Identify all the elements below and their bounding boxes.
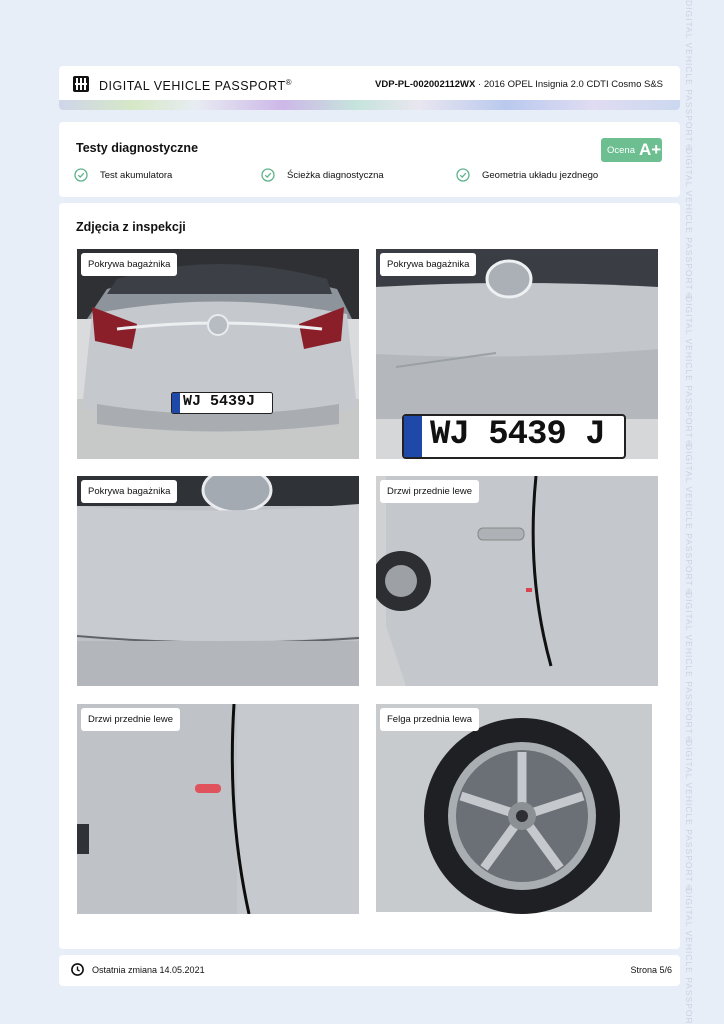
watermark-text: DIGITAL VEHICLE PASSPORT®: [684, 0, 694, 154]
check-circle-icon: [456, 168, 470, 182]
diagnostic-test-label: Geometria układu jezdnego: [482, 170, 599, 181]
watermark-text: DIGITAL VEHICLE PASSPORT®: [684, 444, 694, 598]
passport-logo-icon: [73, 76, 89, 92]
grade-value: A+: [639, 140, 662, 159]
diagnostic-test-label: Ścieżka diagnostyczna: [287, 170, 384, 181]
inspection-photo[interactable]: WJ 5439 J Pokrywa bagażnika: [376, 249, 658, 459]
photo-label: Pokrywa bagażnika: [81, 480, 178, 503]
watermark-text: DIGITAL VEHICLE PASSPORT®: [684, 592, 694, 746]
last-change-date: Ostatnia zmiana 14.05.2021: [92, 965, 205, 975]
watermark-text: DIGITAL VEHICLE PASSPORT®: [684, 740, 694, 894]
diagnostics-section: Testy diagnostyczne Ocena A+ Test akumul…: [59, 122, 680, 197]
watermark-text: DIGITAL VEHICLE PASSPORT®: [684, 296, 694, 450]
passport-header: DIGITAL VEHICLE PASSPORT® VDP-PL-0020021…: [59, 66, 680, 110]
check-circle-icon: [261, 168, 275, 182]
header-gradient-bar: [59, 100, 680, 110]
inspection-photo[interactable]: Felga przednia lewa: [376, 704, 658, 914]
inspection-photo[interactable]: Drzwi przednie lewe: [77, 704, 359, 914]
photos-title: Zdjęcia z inspekcji: [76, 220, 186, 234]
car-rear-photo: [77, 249, 359, 459]
inspection-photo[interactable]: WJ 5439J Pokrywa bagażnika: [77, 249, 359, 459]
license-plate-text: WJ 5439J: [183, 393, 256, 410]
diagnostics-title: Testy diagnostyczne: [76, 141, 199, 155]
side-watermark: DIGITAL VEHICLE PASSPORT® DIGITAL VEHICL…: [684, 0, 698, 1024]
grade-badge: Ocena A+: [601, 138, 662, 162]
vdp-id: VDP-PL-002002112WX: [375, 79, 476, 90]
photo-label: Pokrywa bagażnika: [81, 253, 178, 276]
vehicle-description: · 2016 OPEL Insignia 2.0 CDTI Cosmo S&S: [475, 79, 663, 90]
check-circle-icon: [74, 168, 88, 182]
trunk-lid-photo: [77, 476, 359, 686]
photo-label: Felga przednia lewa: [380, 708, 480, 731]
inspection-photos-section: Zdjęcia z inspekcji WJ 5439J Pokrywa bag…: [59, 203, 680, 949]
wheel-rim-photo: [376, 704, 652, 914]
license-plate-text: WJ 5439 J: [430, 416, 606, 454]
watermark-text: DIGITAL VEHICLE PASSPORT®: [684, 148, 694, 302]
inspection-photo[interactable]: Drzwi przednie lewe: [376, 476, 658, 686]
photo-label: Drzwi przednie lewe: [380, 480, 480, 503]
brand-title: DIGITAL VEHICLE PASSPORT®: [99, 78, 292, 94]
photo-label: Pokrywa bagażnika: [380, 253, 477, 276]
clock-icon: [71, 963, 84, 976]
page-footer: Ostatnia zmiana 14.05.2021 Strona 5/6: [59, 955, 680, 986]
page-number: Strona 5/6: [630, 965, 672, 975]
door-scratch-photo: [77, 704, 359, 914]
inspection-photo[interactable]: Pokrywa bagażnika: [77, 476, 359, 686]
vehicle-identifier: VDP-PL-002002112WX · 2016 OPEL Insignia …: [375, 79, 663, 90]
photo-label: Drzwi przednie lewe: [81, 708, 181, 731]
watermark-text: DIGITAL VEHICLE PASSPORT®: [684, 888, 694, 1024]
diagnostic-test-label: Test akumulatora: [100, 170, 173, 181]
front-door-photo: [376, 476, 658, 686]
grade-label: Ocena: [607, 145, 635, 156]
